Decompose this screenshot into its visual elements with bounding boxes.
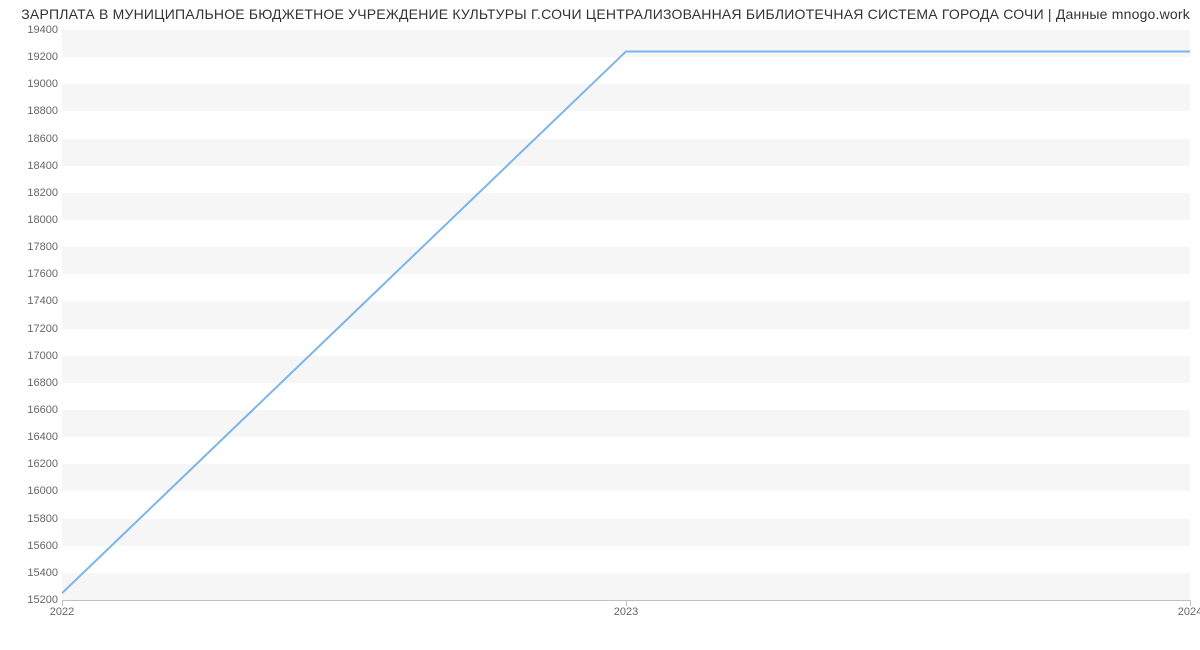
y-tick-label: 16800 xyxy=(8,377,58,389)
y-tick-label: 15600 xyxy=(8,540,58,552)
chart-container: ЗАРПЛАТА В МУНИЦИПАЛЬНОЕ БЮДЖЕТНОЕ УЧРЕЖ… xyxy=(0,0,1200,650)
line-series xyxy=(62,30,1190,600)
x-tick-label: 2024 xyxy=(1178,606,1200,618)
plot-area xyxy=(62,30,1190,601)
y-tick-label: 16000 xyxy=(8,485,58,497)
y-tick-label: 19400 xyxy=(8,24,58,36)
y-tick-label: 17000 xyxy=(8,350,58,362)
y-tick-label: 19000 xyxy=(8,78,58,90)
y-tick-label: 15400 xyxy=(8,567,58,579)
y-tick-label: 18600 xyxy=(8,133,58,145)
y-tick-label: 17200 xyxy=(8,323,58,335)
y-tick-label: 15800 xyxy=(8,513,58,525)
x-tick-label: 2022 xyxy=(50,606,74,618)
y-tick-label: 16200 xyxy=(8,458,58,470)
y-tick-label: 18200 xyxy=(8,187,58,199)
y-tick-label: 17400 xyxy=(8,295,58,307)
x-tick-label: 2023 xyxy=(614,606,638,618)
y-tick-label: 19200 xyxy=(8,51,58,63)
y-tick-label: 16400 xyxy=(8,431,58,443)
y-tick-label: 16600 xyxy=(8,404,58,416)
y-tick-label: 18800 xyxy=(8,105,58,117)
y-tick-label: 18400 xyxy=(8,160,58,172)
y-tick-label: 17600 xyxy=(8,268,58,280)
chart-title: ЗАРПЛАТА В МУНИЦИПАЛЬНОЕ БЮДЖЕТНОЕ УЧРЕЖ… xyxy=(0,6,1200,22)
y-tick-label: 17800 xyxy=(8,241,58,253)
y-tick-label: 18000 xyxy=(8,214,58,226)
y-tick-label: 15200 xyxy=(8,594,58,606)
